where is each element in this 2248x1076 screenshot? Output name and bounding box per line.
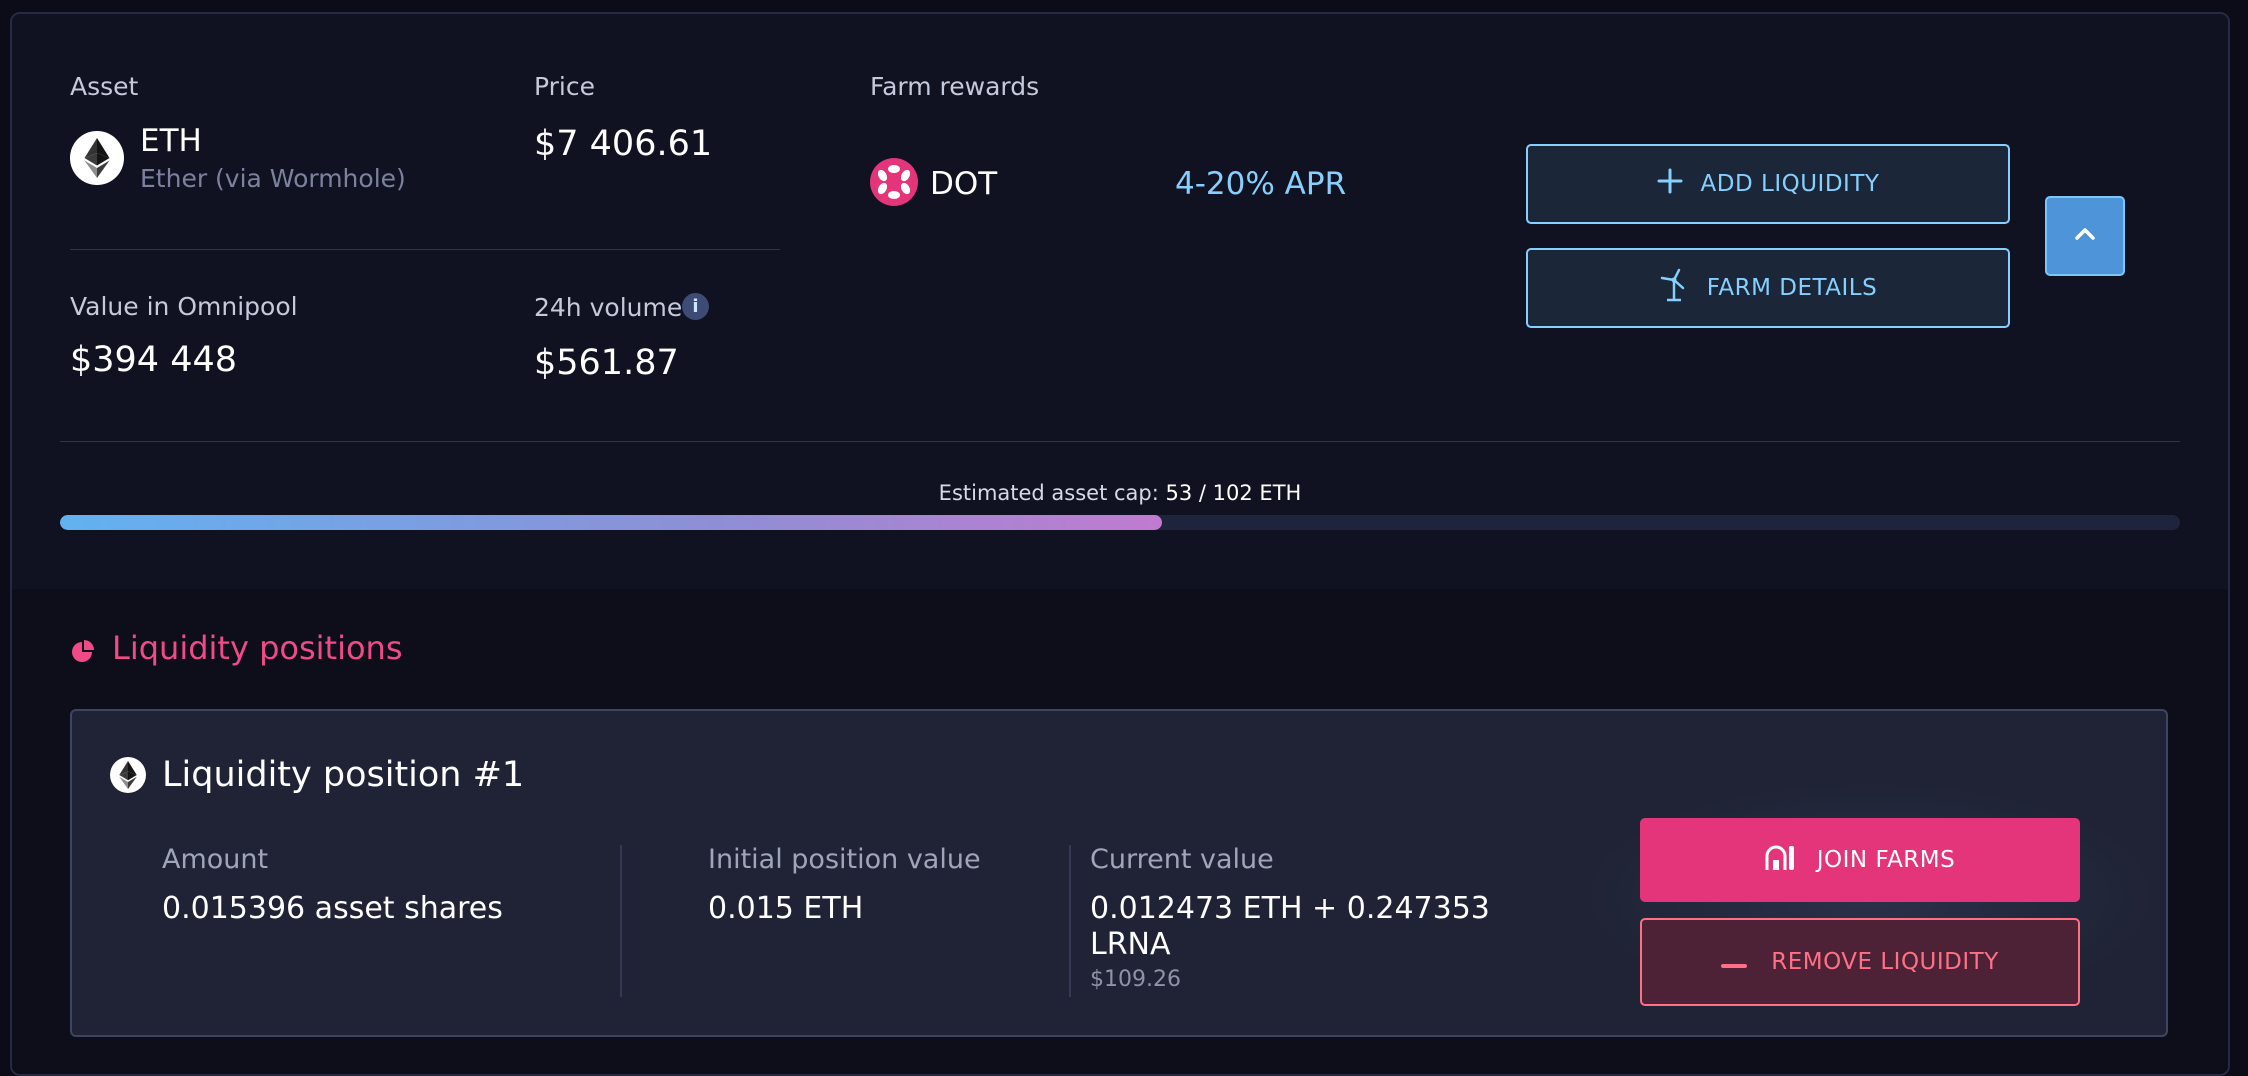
chevron-up-icon	[2073, 226, 2097, 246]
asset-cap-bar	[60, 515, 2180, 530]
current-value-usd: $109.26	[1090, 967, 1181, 992]
farm-apr: 4-20% APR	[1175, 166, 1347, 202]
add-liquidity-label: ADD LIQUIDITY	[1700, 171, 1880, 197]
asset-symbol: ETH	[140, 123, 202, 159]
asset-name: Ether (via Wormhole)	[140, 164, 406, 193]
join-farms-label: JOIN FARMS	[1816, 847, 1956, 873]
amount-value: 0.015396 asset shares	[162, 891, 503, 926]
asset-cap-text: Estimated asset cap: 53 / 102 ETH	[12, 481, 2228, 505]
pool-summary: Asset ETH Ether (via Wormhole) Price $7 …	[12, 14, 2228, 589]
volume-label: 24h volume	[534, 293, 683, 322]
divider	[70, 249, 780, 250]
remove-liquidity-label: REMOVE LIQUIDITY	[1771, 949, 1999, 975]
position-title: Liquidity position #1	[162, 755, 525, 795]
initial-value: 0.015 ETH	[708, 891, 864, 926]
minus-icon	[1721, 949, 1748, 975]
positions-title: Liquidity positions	[112, 629, 403, 667]
asset-label: Asset	[70, 72, 139, 101]
remove-liquidity-button[interactable]: REMOVE LIQUIDITY	[1640, 918, 2080, 1006]
price-value: $7 406.61	[534, 124, 713, 164]
info-icon[interactable]: i	[682, 293, 709, 320]
volume-value: $561.87	[534, 343, 679, 383]
amount-label: Amount	[162, 844, 269, 875]
plus-icon	[1657, 168, 1683, 200]
column-divider	[1069, 845, 1071, 997]
farm-details-button[interactable]: FARM DETAILS	[1526, 248, 2010, 328]
wind-turbine-icon	[1659, 268, 1689, 308]
initial-value-label: Initial position value	[708, 844, 981, 875]
farm-details-label: FARM DETAILS	[1706, 275, 1878, 301]
collapse-button[interactable]	[2045, 196, 2125, 276]
join-farms-button[interactable]: JOIN FARMS	[1640, 818, 2080, 902]
omnipool-value: $394 448	[70, 340, 238, 380]
farm-symbol: DOT	[930, 166, 998, 202]
current-value-label: Current value	[1090, 844, 1274, 875]
section-divider	[60, 441, 2180, 442]
farm-icon	[1765, 842, 1797, 878]
asset-cap-value: 53 / 102 ETH	[1165, 481, 1302, 505]
pool-card: Asset ETH Ether (via Wormhole) Price $7 …	[10, 12, 2230, 1076]
omnipool-label: Value in Omnipool	[70, 292, 298, 321]
current-value-line1: 0.012473 ETH + 0.247353	[1090, 891, 1490, 926]
add-liquidity-button[interactable]: ADD LIQUIDITY	[1526, 144, 2010, 224]
asset-cap-label: Estimated asset cap:	[938, 481, 1159, 505]
asset-cap-fill	[60, 515, 1162, 530]
positions-section: Liquidity positions Liquidity position #…	[12, 589, 2228, 1074]
current-value-line2: LRNA	[1090, 927, 1171, 962]
column-divider	[620, 845, 622, 997]
polkadot-icon	[870, 158, 918, 206]
pie-chart-icon	[70, 640, 94, 664]
price-label: Price	[534, 72, 595, 101]
eth-icon	[110, 757, 146, 793]
position-card: Liquidity position #1 Amount 0.015396 as…	[70, 709, 2168, 1037]
eth-icon	[70, 131, 124, 185]
farm-rewards-label: Farm rewards	[870, 72, 1040, 101]
